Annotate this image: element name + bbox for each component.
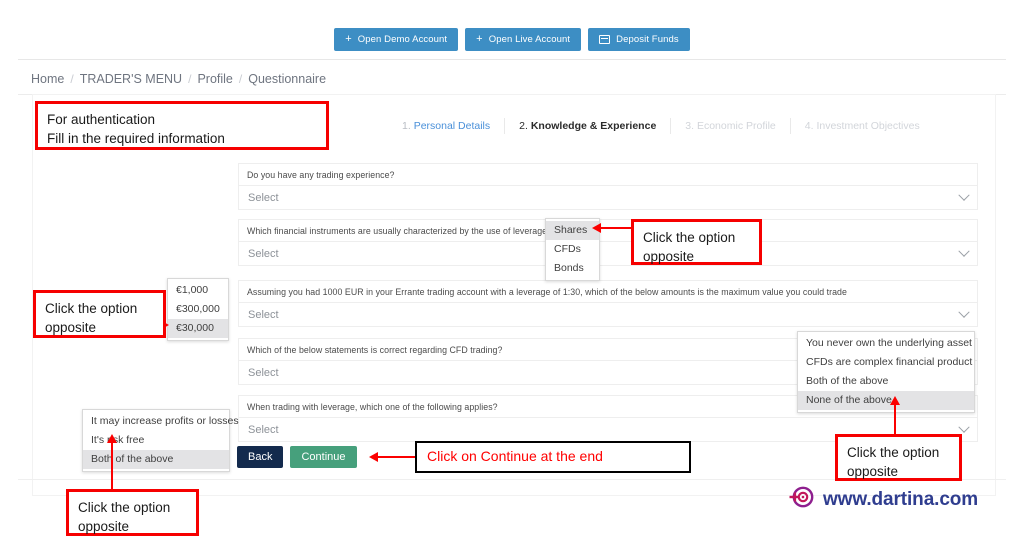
open-live-account-label: Open Live Account <box>488 34 571 45</box>
select-value: Select <box>248 423 279 436</box>
annotation-authentication: For authentication Fill in the required … <box>35 101 329 150</box>
step-number: 2. <box>519 120 528 132</box>
breadcrumb-item-traders-menu[interactable]: TRADER'S MENU <box>80 72 182 86</box>
back-button[interactable]: Back <box>237 446 284 468</box>
tab-knowledge-experience[interactable]: 2. Knowledge & Experience <box>505 118 672 134</box>
annotation-leverage-hint: Click the option opposite <box>66 489 199 536</box>
select-leveraged-instruments[interactable]: Select <box>238 241 978 266</box>
annotation-line-1: Click the option <box>78 500 171 515</box>
deposit-funds-label: Deposit Funds <box>616 34 679 45</box>
step-label: Investment Objectives <box>816 120 920 132</box>
card-icon <box>599 35 611 44</box>
chevron-down-icon <box>958 306 970 318</box>
annotation-line-2: opposite <box>643 249 695 265</box>
continue-button[interactable]: Continue <box>290 446 357 468</box>
deposit-funds-button[interactable]: Deposit Funds <box>588 28 690 51</box>
option-never-own-underlying-asset[interactable]: You never own the underlying asset <box>798 334 974 353</box>
option-may-increase-profits-or-losses[interactable]: It may increase profits or losses <box>83 412 239 431</box>
step-label: Personal Details <box>413 120 491 132</box>
open-demo-account-label: Open Demo Account <box>357 34 448 45</box>
open-live-account-button[interactable]: + Open Live Account <box>465 28 582 51</box>
arrow-to-instruments-option <box>592 222 632 234</box>
target-arrow-icon <box>788 484 814 515</box>
option-amount-30000[interactable]: €30,000 <box>168 319 228 338</box>
step-label: Economic Profile <box>696 120 776 132</box>
option-cfds[interactable]: CFDs <box>546 240 599 259</box>
option-both-of-the-above[interactable]: Both of the above <box>798 372 974 391</box>
annotation-line-1: Click the option <box>45 301 138 316</box>
annotation-line-2: opposite <box>78 519 130 535</box>
option-both-of-the-above[interactable]: Both of the above <box>83 450 229 469</box>
question-label: Do you have any trading experience? <box>238 163 978 185</box>
option-cfds-complex-product[interactable]: CFDs are complex financial product <box>798 353 974 372</box>
plus-icon: + <box>476 33 483 45</box>
annotation-line-2: Fill in the required information <box>47 131 225 147</box>
annotation-line-1: For authentication <box>47 112 156 127</box>
option-amount-1000[interactable]: €1,000 <box>168 281 228 300</box>
question-max-trade-value: Assuming you had 1000 EUR in your Errant… <box>238 280 978 327</box>
annotation-instruments-hint: Click the option opposite <box>631 219 762 265</box>
select-value: Select <box>248 366 279 379</box>
question-trading-experience: Do you have any trading experience? Sele… <box>238 163 978 210</box>
select-value: Select <box>248 191 279 204</box>
step-number: 4. <box>804 120 814 132</box>
tab-personal-details[interactable]: 1. Personal Details <box>388 118 506 134</box>
open-demo-account-button[interactable]: + Open Demo Account <box>334 28 459 51</box>
select-value: Select <box>248 308 279 321</box>
breadcrumb-item-questionnaire[interactable]: Questionnaire <box>248 72 326 86</box>
option-amount-300000[interactable]: €300,000 <box>168 300 228 319</box>
breadcrumb-separator: / <box>188 72 192 86</box>
tab-economic-profile[interactable]: 3. Economic Profile <box>671 118 791 134</box>
topbar-divider <box>18 59 1006 60</box>
option-its-risk-free[interactable]: It's risk free <box>83 431 229 450</box>
select-value: Select <box>248 247 279 260</box>
annotation-text: Click on Continue at the end <box>427 448 603 465</box>
wizard-steps: 1. Personal Details 2. Knowledge & Exper… <box>388 112 934 140</box>
form-action-buttons: Back Continue <box>237 446 357 468</box>
dropdown-leverage-applies[interactable]: It may increase profits or losses It's r… <box>82 409 239 472</box>
option-bonds[interactable]: Bonds <box>546 259 599 278</box>
plus-icon: + <box>345 33 352 45</box>
question-label: Assuming you had 1000 EUR in your Errant… <box>238 280 978 302</box>
annotation-continue-hint: Click on Continue at the end <box>415 441 691 473</box>
breadcrumb-separator: / <box>70 72 74 86</box>
breadcrumb-item-home[interactable]: Home <box>31 72 64 86</box>
chevron-down-icon <box>958 189 970 201</box>
watermark-text: www.dartina.com <box>823 488 979 510</box>
top-action-bar: + Open Demo Account + Open Live Account … <box>0 0 1024 61</box>
chevron-down-icon <box>958 245 970 257</box>
tab-investment-objectives[interactable]: 4. Investment Objectives <box>791 118 934 134</box>
option-none-of-the-above[interactable]: None of the above <box>798 391 974 410</box>
annotation-amounts-hint: Click the option opposite <box>33 290 166 338</box>
step-number: 3. <box>685 120 695 132</box>
chevron-down-icon <box>958 421 970 433</box>
step-number: 1. <box>402 120 411 132</box>
dropdown-cfd-statements[interactable]: You never own the underlying asset CFDs … <box>797 331 975 413</box>
arrow-to-continue-button <box>369 451 415 463</box>
breadcrumb-separator: / <box>238 72 243 86</box>
breadcrumb: Home / TRADER'S MENU / Profile / Questio… <box>31 72 326 86</box>
annotation-cfd-hint: Click the option opposite <box>835 434 962 481</box>
watermark: www.dartina.com <box>788 484 978 515</box>
annotation-line-1: Click the option <box>643 230 736 245</box>
arrow-to-leverage-option <box>106 434 118 491</box>
top-action-buttons: + Open Demo Account + Open Live Account … <box>0 28 1024 51</box>
annotation-line-1: Click the option <box>847 445 940 460</box>
select-trading-experience[interactable]: Select <box>238 185 978 210</box>
breadcrumb-item-profile[interactable]: Profile <box>197 72 232 86</box>
annotation-line-2: opposite <box>45 320 97 336</box>
page-root: + Open Demo Account + Open Live Account … <box>0 0 1024 540</box>
dropdown-amounts[interactable]: €1,000 €300,000 €30,000 <box>167 278 229 341</box>
select-max-trade-value[interactable]: Select <box>238 302 978 327</box>
step-label: Knowledge & Experience <box>530 120 657 132</box>
arrow-to-cfd-option <box>889 396 901 436</box>
annotation-line-2: opposite <box>847 464 899 480</box>
